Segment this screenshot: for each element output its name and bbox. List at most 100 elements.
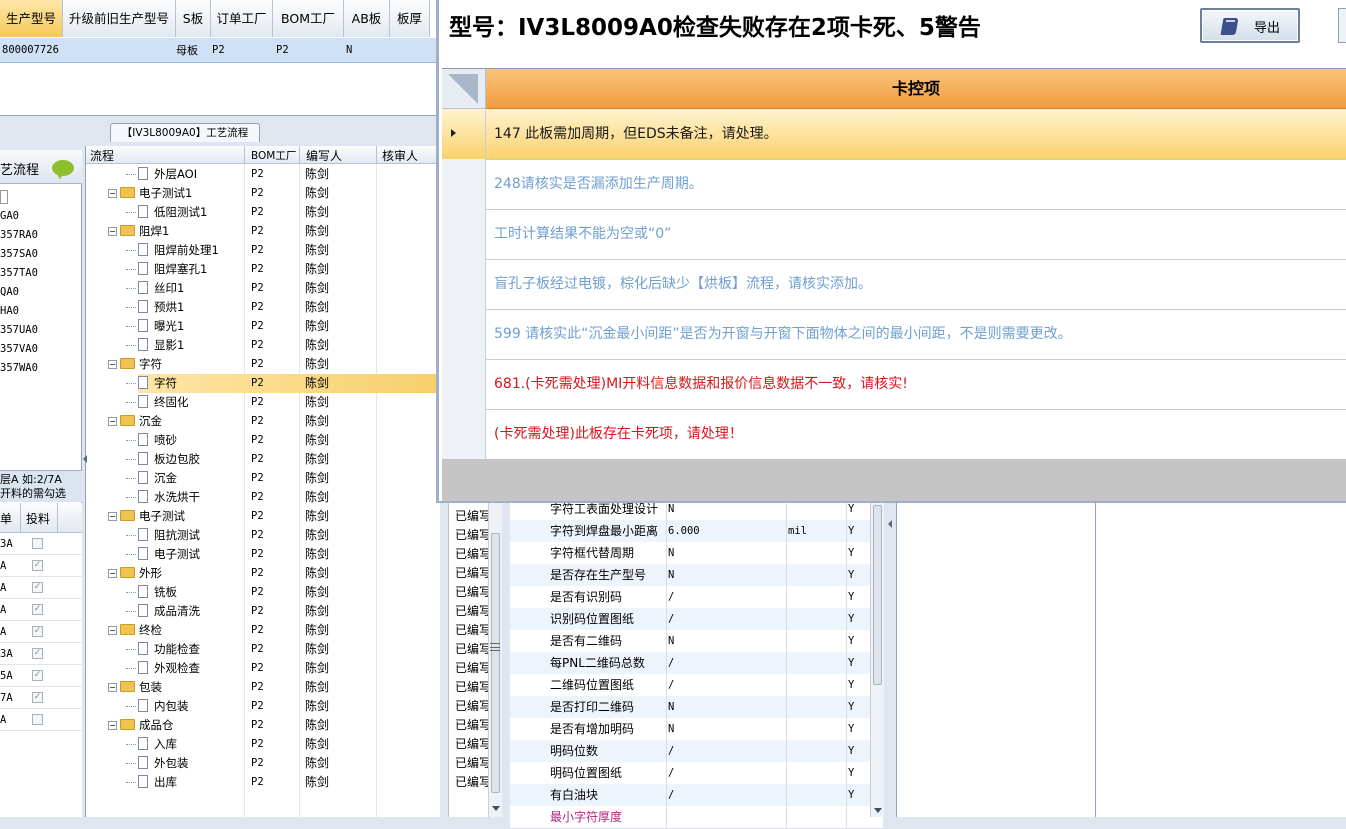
param-value[interactable]: N xyxy=(668,564,674,586)
process-row[interactable]: − 字符 P2 陈剑 xyxy=(86,355,441,374)
collapse-toggle-icon[interactable]: − xyxy=(108,189,117,198)
param-value[interactable]: / xyxy=(668,586,674,608)
col-header-bom-factory[interactable]: BOM工厂 xyxy=(273,0,344,37)
collapse-toggle-icon[interactable]: − xyxy=(108,626,117,635)
process-row[interactable]: 预烘1 P2 陈剑 xyxy=(86,298,441,317)
param-value[interactable]: / xyxy=(668,784,674,806)
param-scroll-down-icon[interactable] xyxy=(874,808,882,813)
param-value[interactable]: / xyxy=(668,652,674,674)
process-row[interactable]: 水洗烘干 P2 陈剑 xyxy=(86,488,441,507)
param-value[interactable]: / xyxy=(668,674,674,696)
param-row[interactable]: 每PNL二维码总数 / Y xyxy=(510,652,883,675)
feed-checkbox[interactable]: ✓ xyxy=(32,648,43,659)
splitter-arrow-left[interactable] xyxy=(83,455,87,463)
model-list-item[interactable]: 357VA0 xyxy=(0,340,38,359)
check-item-row[interactable]: 盲孔子板经过电镀，棕化后缺少【烘板】流程，请核实添加。 xyxy=(442,259,1346,310)
process-row[interactable]: 曝光1 P2 陈剑 xyxy=(86,317,441,336)
process-header-flow[interactable]: 流程 xyxy=(90,147,114,164)
model-list-item[interactable]: HA0 xyxy=(0,302,19,321)
process-tab[interactable]: 【IV3L8009A0】工艺流程 xyxy=(110,123,260,142)
row-indicator[interactable] xyxy=(442,409,486,459)
feed-checkbox[interactable]: ✓ xyxy=(32,604,43,615)
collapse-toggle-icon[interactable]: − xyxy=(108,683,117,692)
row-indicator[interactable] xyxy=(442,259,486,309)
grip-icon[interactable] xyxy=(490,643,500,651)
process-row[interactable]: 丝印1 P2 陈剑 xyxy=(86,279,441,298)
row-indicator[interactable] xyxy=(442,109,486,159)
model-list-item[interactable]: 357WA0 xyxy=(0,359,38,378)
col-header-thickness[interactable]: 板厚 xyxy=(390,0,430,37)
status-scrollbar[interactable] xyxy=(488,503,502,817)
dialog-grid-corner[interactable] xyxy=(442,69,486,109)
param-scrollbar[interactable] xyxy=(870,503,884,817)
feed-checkbox[interactable]: ✓ xyxy=(32,560,43,571)
process-row[interactable]: − 阻焊1 P2 陈剑 xyxy=(86,222,441,241)
collapse-toggle-icon[interactable]: − xyxy=(108,569,117,578)
row-indicator[interactable] xyxy=(442,309,486,359)
process-row[interactable]: 功能检查 P2 陈剑 xyxy=(86,640,441,659)
param-value[interactable]: N xyxy=(668,542,674,564)
check-item-row[interactable]: 248请核实是否漏添加生产周期。 xyxy=(442,159,1346,210)
export-button[interactable]: 导出 xyxy=(1200,8,1300,43)
model-list-item[interactable]: QA0 xyxy=(0,283,19,302)
process-row[interactable]: 阻焊塞孔1 P2 陈剑 xyxy=(86,260,441,279)
feed-checkbox[interactable]: ✓ xyxy=(32,626,43,637)
process-header-writer[interactable]: 编写人 xyxy=(306,147,342,164)
feed-checkbox[interactable]: ✓ xyxy=(32,692,43,703)
process-row[interactable]: 喷砂 P2 陈剑 xyxy=(86,431,441,450)
param-row[interactable]: 是否有二维码 N Y xyxy=(510,630,883,653)
param-row[interactable]: 有白油块 / Y xyxy=(510,784,883,807)
top-grid-selected-row[interactable]: 800007726 母板 P2 P2 N xyxy=(0,38,436,63)
process-row[interactable]: − 电子测试1 P2 陈剑 xyxy=(86,184,441,203)
check-item-row[interactable]: 599 请核实此“沉金最小间距”是否为开窗与开窗下面物体之间的最小间距，不是则需… xyxy=(442,309,1346,360)
param-row[interactable]: 是否打印二维码 N Y xyxy=(510,696,883,719)
process-row[interactable]: 外包装 P2 陈剑 xyxy=(86,754,441,773)
process-row[interactable]: − 电子测试 P2 陈剑 xyxy=(86,507,441,526)
param-row[interactable]: 二维码位置图纸 / Y xyxy=(510,674,883,697)
process-row[interactable]: 阻焊前处理1 P2 陈剑 xyxy=(86,241,441,260)
param-row[interactable]: 是否有识别码 / Y xyxy=(510,586,883,609)
collapse-toggle-icon[interactable]: − xyxy=(108,512,117,521)
param-row[interactable]: 明码位数 / Y xyxy=(510,740,883,763)
collapse-toggle-icon[interactable]: − xyxy=(108,721,117,730)
process-row[interactable]: − 成品仓 P2 陈剑 xyxy=(86,716,441,735)
col-header-order-factory[interactable]: 订单工厂 xyxy=(211,0,273,37)
process-row[interactable]: − 终检 P2 陈剑 xyxy=(86,621,441,640)
collapse-toggle-icon[interactable]: − xyxy=(108,360,117,369)
param-row[interactable]: 字符到焊盘最小距离 6.000 mil Y xyxy=(510,520,883,543)
extra-button-edge[interactable] xyxy=(1338,8,1346,43)
row-indicator[interactable] xyxy=(442,209,486,259)
process-row[interactable]: 板边包胶 P2 陈剑 xyxy=(86,450,441,469)
param-value[interactable]: N xyxy=(668,718,674,740)
scroll-down-arrow-icon[interactable] xyxy=(492,806,500,811)
param-value[interactable]: / xyxy=(668,740,674,762)
process-header-reviewer[interactable]: 核审人 xyxy=(382,147,418,164)
feed-checkbox[interactable] xyxy=(32,714,43,725)
feed-checkbox[interactable] xyxy=(32,538,43,549)
process-row[interactable]: 铣板 P2 陈剑 xyxy=(86,583,441,602)
check-item-row[interactable]: 工时计算结果不能为空或“0” xyxy=(442,209,1346,260)
process-header-bom[interactable]: BOM工厂 xyxy=(251,148,296,163)
model-list-item[interactable]: GA0 xyxy=(0,207,19,226)
param-row[interactable]: 是否有增加明码 N Y xyxy=(510,718,883,741)
model-list-item[interactable]: 357TA0 xyxy=(0,264,38,283)
row-indicator[interactable] xyxy=(442,159,486,209)
param-value[interactable]: N xyxy=(668,630,674,652)
collapse-toggle-icon[interactable]: − xyxy=(108,227,117,236)
process-row[interactable]: 入库 P2 陈剑 xyxy=(86,735,441,754)
param-row[interactable]: 识别码位置图纸 / Y xyxy=(510,608,883,631)
status-scroll-thumb[interactable] xyxy=(491,533,500,793)
col-header-s-board[interactable]: S板 xyxy=(176,0,211,37)
process-row[interactable]: 成品清洗 P2 陈剑 xyxy=(86,602,441,621)
process-row[interactable]: 字符 P2 陈剑 xyxy=(86,374,441,393)
process-row[interactable]: 出库 P2 陈剑 xyxy=(86,773,441,792)
param-value[interactable]: 6.000 xyxy=(668,520,700,542)
splitter-arrow-right[interactable] xyxy=(888,520,892,528)
process-row[interactable]: 电子测试 P2 陈剑 xyxy=(86,545,441,564)
process-row[interactable]: 阻抗测试 P2 陈剑 xyxy=(86,526,441,545)
process-row[interactable]: 外层AOI P2 陈剑 xyxy=(86,165,441,184)
collapse-toggle-icon[interactable]: − xyxy=(108,417,117,426)
check-item-row[interactable]: 147 此板需加周期，但EDS未备注，请处理。 xyxy=(442,109,1346,160)
process-row[interactable]: 外观检查 P2 陈剑 xyxy=(86,659,441,678)
param-value[interactable]: / xyxy=(668,762,674,784)
